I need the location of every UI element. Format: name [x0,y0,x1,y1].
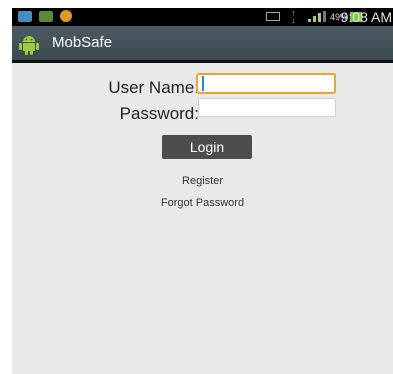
text-cursor [202,76,204,91]
status-bar: ↑ ↓ 49% 9:08 AM [12,8,393,26]
register-link[interactable]: Register [12,175,393,187]
wifi-icon [18,11,32,22]
android-icon [19,36,39,55]
mail-icon [39,11,53,22]
app-title: MobSafe [52,34,113,51]
username-input[interactable] [196,73,336,94]
vibrate-icon [266,12,280,21]
clock: 9:08 AM [340,9,392,25]
app-notification-icon [60,10,72,22]
password-label: Password: [119,104,199,123]
forgot-password-link[interactable]: Forgot Password [12,197,393,209]
data-activity-icon: ↑ ↓ [291,8,296,25]
action-bar: MobSafe [12,26,393,60]
password-input[interactable] [198,98,336,117]
phone-screen: ↑ ↓ 49% 9:08 AM MobSafe User Name: Passwo… [12,8,393,374]
action-bar-divider [12,60,393,63]
username-label: User Name: [108,78,199,97]
login-button[interactable]: Login [162,135,252,159]
signal-icon [308,11,326,22]
